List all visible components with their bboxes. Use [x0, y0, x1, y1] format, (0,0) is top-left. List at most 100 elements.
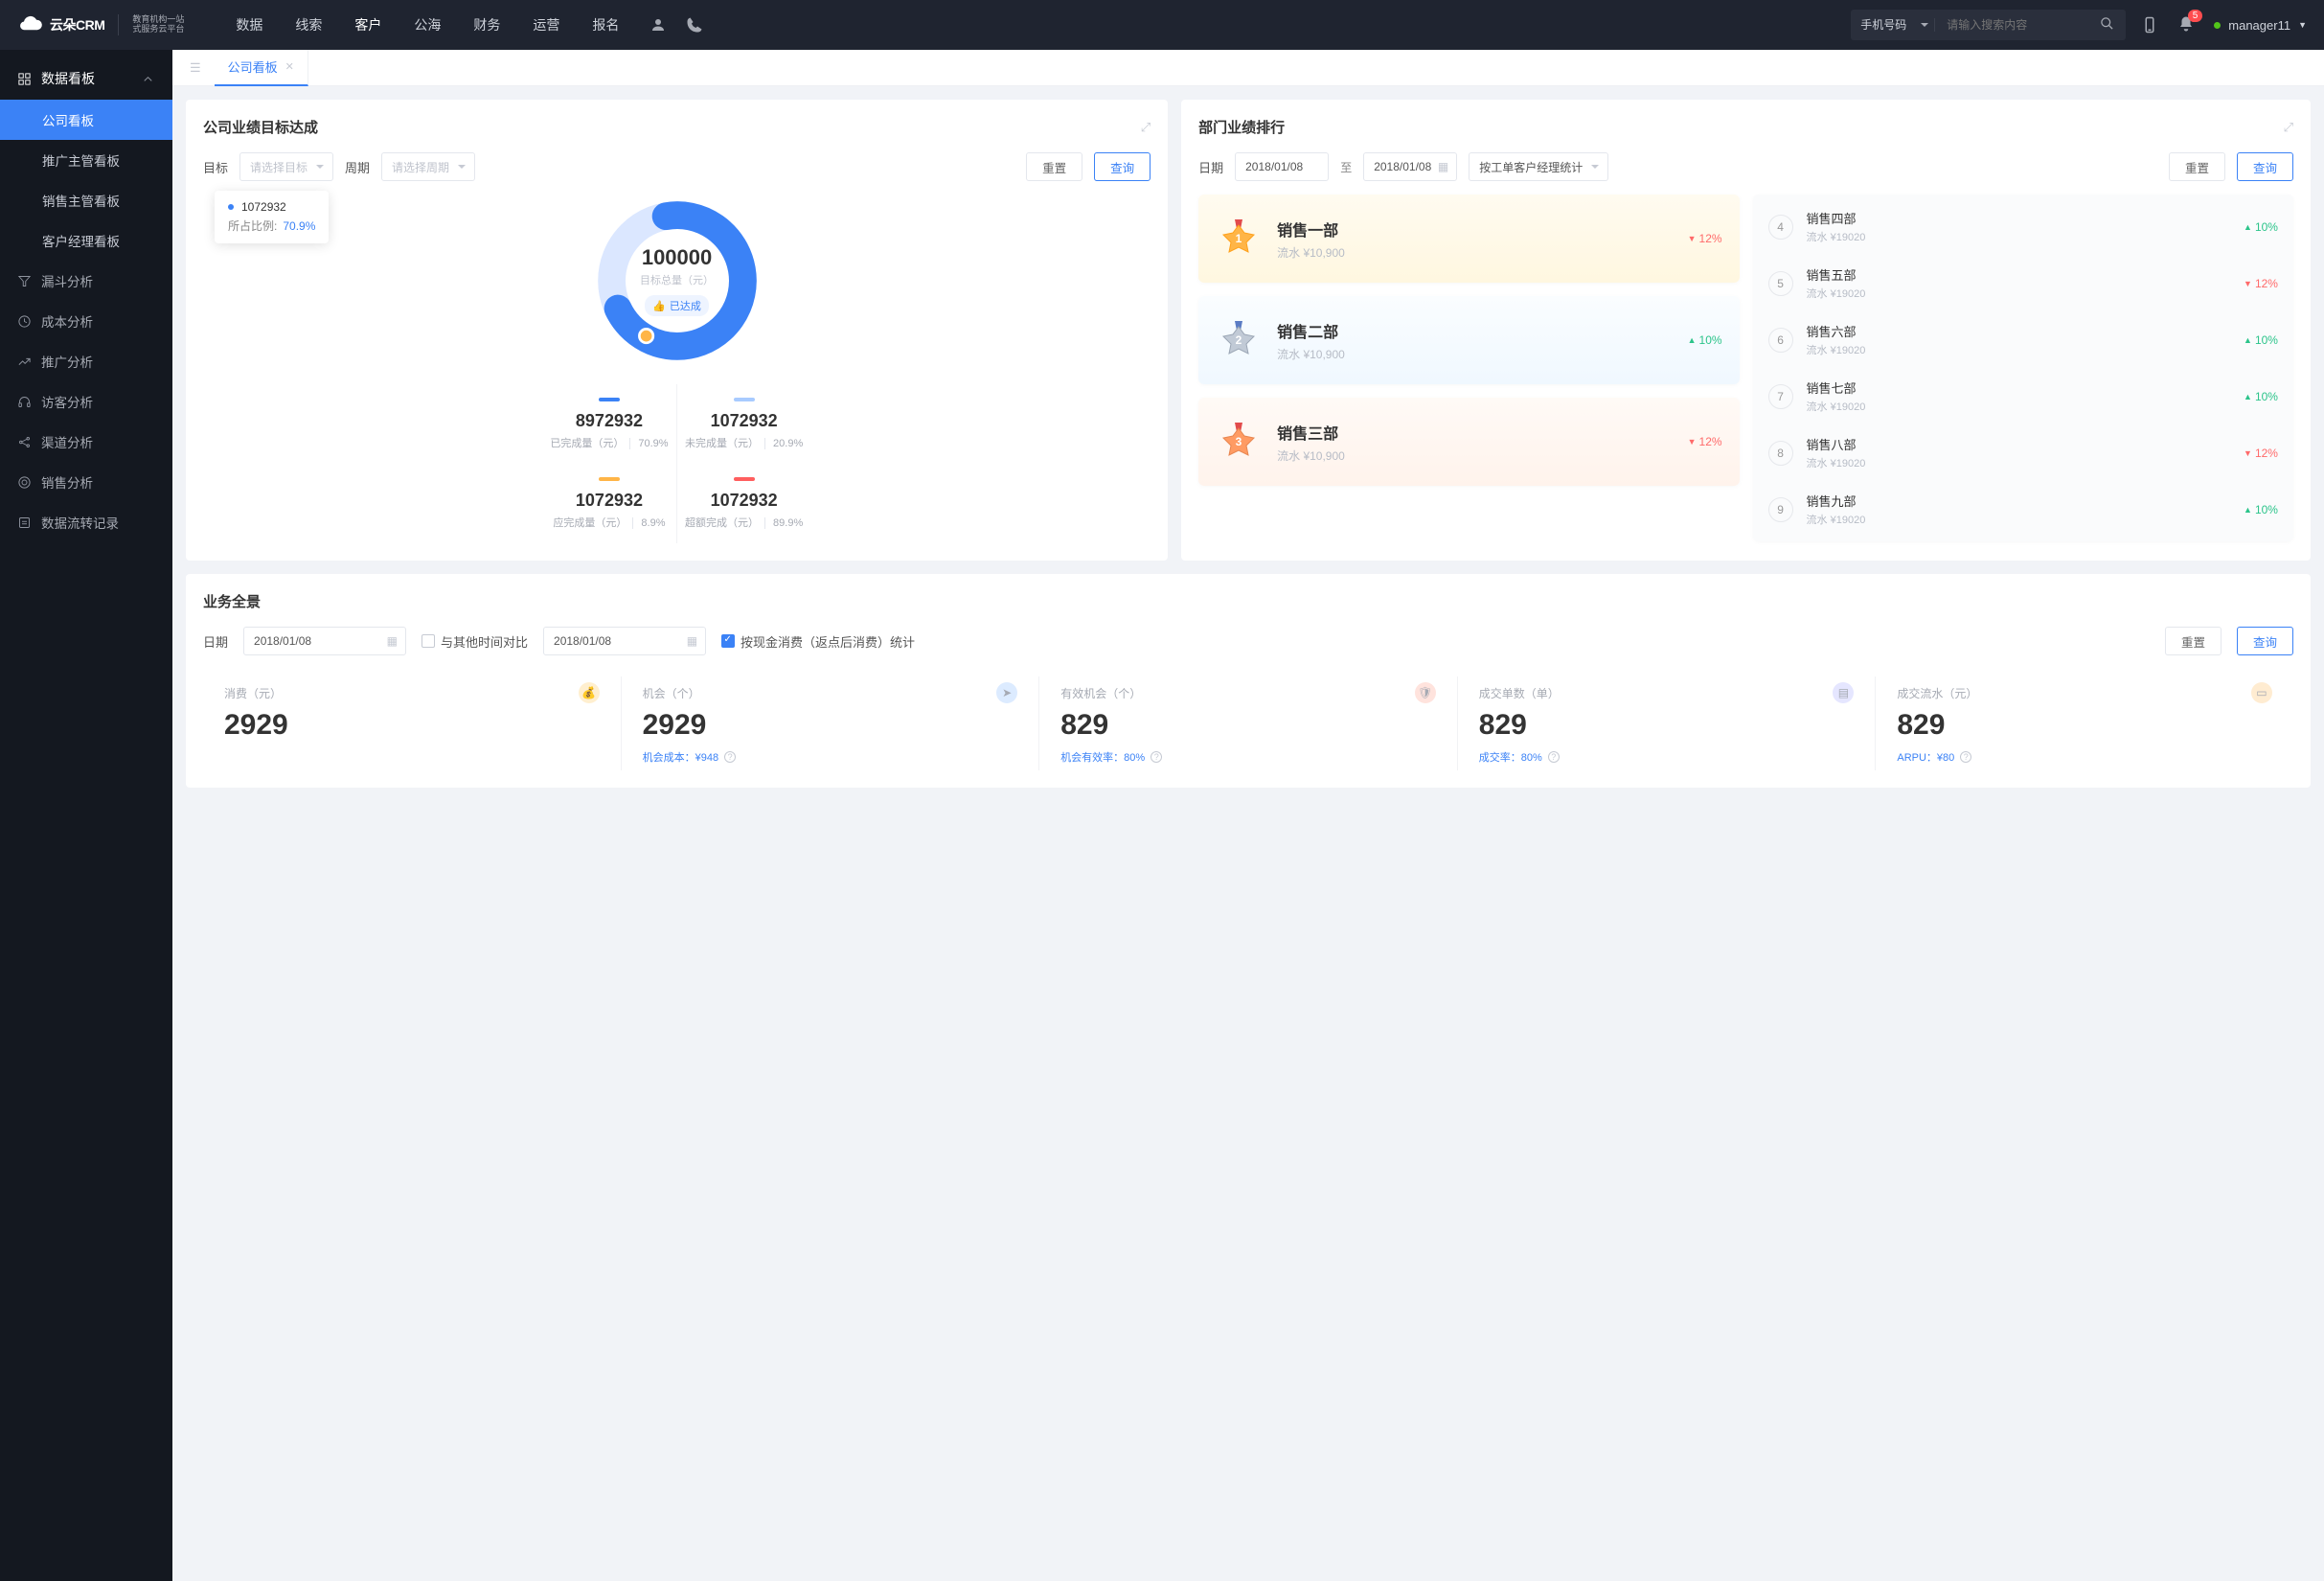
reset-button[interactable]: 重置: [2165, 627, 2221, 655]
rank-card-2: 2 销售二部流水 ¥10,900 ▲10%: [1198, 296, 1739, 384]
close-icon[interactable]: ✕: [285, 60, 294, 73]
gold-medal-icon: 1: [1216, 216, 1262, 262]
card-title: 业务全景: [203, 591, 261, 611]
rank-row: 8销售八部流水 ¥19020▼12%: [1753, 424, 2293, 481]
funnel-icon: [17, 274, 32, 288]
user-icon[interactable]: [649, 16, 667, 34]
sidebar-item-channel[interactable]: 渠道分析: [0, 422, 172, 462]
sidebar-item-sales-mgr[interactable]: 销售主管看板: [0, 180, 172, 220]
expand-icon[interactable]: ⤢: [2284, 120, 2293, 135]
sidebar-item-account-mgr[interactable]: 客户经理看板: [0, 220, 172, 261]
svg-text:2: 2: [1236, 333, 1242, 347]
chart-tooltip: 1072932 所占比例:70.9%: [215, 191, 329, 243]
badge-count: 5: [2188, 10, 2203, 22]
expand-icon[interactable]: ⤢: [1141, 120, 1151, 135]
nav-enroll[interactable]: 报名: [579, 0, 632, 50]
rank-row: 7销售七部流水 ¥19020▲10%: [1753, 368, 2293, 424]
user-menu[interactable]: manager11 ▼: [2214, 18, 2307, 33]
period-select[interactable]: 请选择周期: [381, 152, 475, 181]
arrow-up-icon: ▲: [2244, 505, 2252, 515]
arrow-up-icon: ▲: [1688, 335, 1697, 345]
search-input[interactable]: [1935, 18, 2088, 32]
rank-list: 4销售四部流水 ¥19020▲10% 5销售五部流水 ¥19020▼12% 6销…: [1753, 195, 2293, 541]
chart-icon: [17, 355, 32, 369]
nav-lead[interactable]: 线索: [282, 0, 335, 50]
goal-select[interactable]: 请选择目标: [239, 152, 333, 181]
statby-select[interactable]: 按工单客户经理统计: [1469, 152, 1608, 181]
date-input-2[interactable]: 2018/01/08▦: [543, 627, 706, 655]
nav-customer[interactable]: 客户: [341, 0, 395, 50]
compare-checkbox[interactable]: 与其他时间对比: [422, 632, 528, 651]
nav-data[interactable]: 数据: [222, 0, 276, 50]
pct-change: ▼12%: [1688, 232, 1722, 245]
dashboard-icon: [17, 72, 32, 86]
search-icon: [2100, 16, 2114, 31]
thumbsup-icon: 👍: [652, 300, 666, 312]
sidebar-item-promo[interactable]: 推广分析: [0, 341, 172, 381]
nav-operate[interactable]: 运营: [519, 0, 573, 50]
tabs: ☰ 公司看板✕: [172, 50, 2324, 86]
arrow-down-icon: ▼: [1688, 234, 1697, 243]
main-nav: 数据 线索 客户 公海 财务 运营 报名: [222, 0, 632, 50]
cash-checkbox[interactable]: 按现金消费（返点后消费）统计: [721, 632, 915, 651]
stat-consume: 消费（元）💰 2929: [203, 676, 622, 770]
tab-company[interactable]: 公司看板✕: [215, 50, 308, 86]
phone-icon[interactable]: [686, 16, 703, 34]
nav-finance[interactable]: 财务: [460, 0, 513, 50]
main: ☰ 公司看板✕ 公司业绩目标达成 ⤢ 目标 请选择目标 周期 请选择周期 重置 …: [172, 50, 2324, 1581]
arrow-up-icon: ▲: [2244, 392, 2252, 401]
search-button[interactable]: [2088, 16, 2126, 34]
help-icon[interactable]: ?: [1151, 751, 1162, 763]
sidebar-item-funnel[interactable]: 漏斗分析: [0, 261, 172, 301]
nav-public[interactable]: 公海: [400, 0, 454, 50]
help-icon[interactable]: ?: [724, 751, 736, 763]
chevron-up-icon: [141, 72, 155, 86]
sidebar-group-dashboard[interactable]: 数据看板: [0, 57, 172, 100]
sidebar-item-flow[interactable]: 数据流转记录: [0, 502, 172, 542]
bronze-medal-icon: 3: [1216, 419, 1262, 465]
stat-opportunity: 机会（个）➤ 2929 机会成本：¥948?: [622, 676, 1040, 770]
card-icon: ▭: [2251, 682, 2272, 703]
search-type-select[interactable]: 手机号码: [1851, 18, 1917, 32]
search-bar: 手机号码: [1851, 10, 2126, 40]
arrow-up-icon: ▲: [2244, 335, 2252, 345]
svg-text:3: 3: [1236, 435, 1242, 448]
sidebar-item-company[interactable]: 公司看板: [0, 100, 172, 140]
calendar-icon: ▦: [387, 634, 398, 648]
chevron-down-icon: ▼: [2298, 20, 2307, 30]
silver-medal-icon: 2: [1216, 317, 1262, 363]
help-icon[interactable]: ?: [1960, 751, 1971, 763]
help-icon[interactable]: ?: [1548, 751, 1560, 763]
rank-card-3: 3 销售三部流水 ¥10,900 ▼12%: [1198, 398, 1739, 486]
date-input[interactable]: 2018/01/08▦: [243, 627, 406, 655]
list-icon: [17, 516, 32, 530]
headset-icon: [17, 395, 32, 409]
logo[interactable]: 云朵CRM 教育机构一站 式服务云平台: [17, 14, 184, 35]
reset-button[interactable]: 重置: [2169, 152, 2225, 181]
donut-chart: 1072932 所占比例:70.9% 100000 目标总量（元） 👍已达成: [203, 195, 1151, 543]
calendar-icon: ▦: [687, 634, 697, 648]
shield-icon: 🛡: [1415, 682, 1436, 703]
calendar-icon: ▦: [1438, 160, 1448, 173]
query-button[interactable]: 查询: [1094, 152, 1151, 181]
arrow-up-icon: ▲: [2244, 222, 2252, 232]
sidebar-item-sales[interactable]: 销售分析: [0, 462, 172, 502]
card-overview: 业务全景 日期 2018/01/08▦ 与其他时间对比 2018/01/08▦ …: [186, 574, 2311, 788]
metric-undone: 1072932未完成量（元）20.9%: [677, 384, 811, 464]
date-from-input[interactable]: 2018/01/08: [1235, 152, 1329, 181]
notifications[interactable]: 5: [2177, 15, 2195, 35]
reset-button[interactable]: 重置: [1026, 152, 1082, 181]
cloud-icon: [17, 14, 44, 35]
sidebar-item-visitor[interactable]: 访客分析: [0, 381, 172, 422]
query-button[interactable]: 查询: [2237, 152, 2293, 181]
achieved-badge: 👍已达成: [645, 295, 709, 316]
collapse-sidebar-button[interactable]: ☰: [182, 57, 209, 80]
rank-row: 6销售六部流水 ¥19020▲10%: [1753, 311, 2293, 368]
stat-revenue: 成交流水（元）▭ 829 ARPU：¥80?: [1876, 676, 2293, 770]
sidebar-item-promo-mgr[interactable]: 推广主管看板: [0, 140, 172, 180]
date-to-input[interactable]: 2018/01/08▦: [1363, 152, 1457, 181]
query-button[interactable]: 查询: [2237, 627, 2293, 655]
mobile-icon[interactable]: [2141, 16, 2158, 34]
status-dot: [2214, 22, 2221, 29]
sidebar-item-cost[interactable]: 成本分析: [0, 301, 172, 341]
